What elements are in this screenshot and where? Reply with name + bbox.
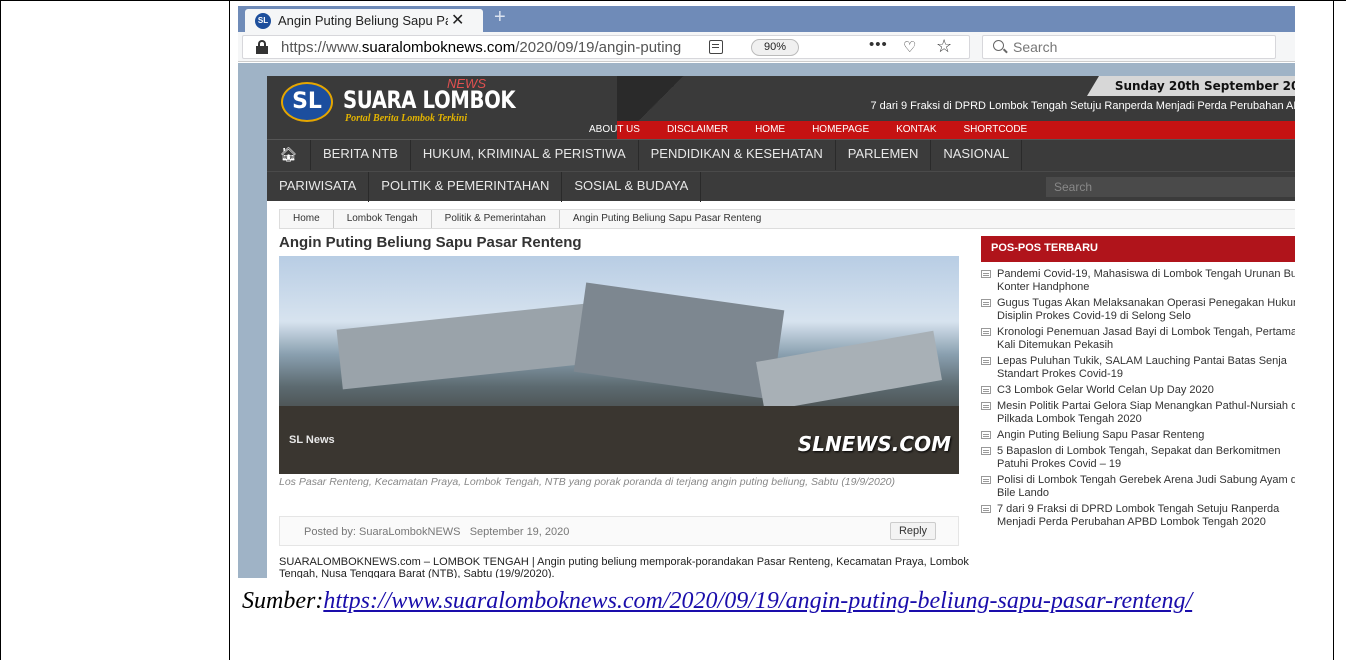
pocket-icon[interactable]: ♡ [903, 38, 916, 56]
breadcrumb-lombok-tengah[interactable]: Lombok Tengah [334, 210, 432, 228]
close-tab-icon[interactable]: ✕ [451, 10, 464, 30]
breadcrumb-current: Angin Puting Beliung Sapu Pasar Renteng [572, 213, 762, 224]
breadcrumb-home[interactable]: Home [280, 210, 334, 228]
post-meta-box: Posted by: SuaraLombokNEWS September 19,… [279, 516, 959, 546]
nav-politik[interactable]: POLITIK & PEMERINTAHAN [369, 172, 563, 202]
current-date: Sunday 20th September 2020 [1114, 79, 1295, 93]
post-author: Posted by: SuaraLombokNEWS [304, 526, 461, 538]
main-nav-row-1: 🏠︎ BERITA NTB HUKUM, KRIMINAL & PERISTIW… [267, 140, 1023, 170]
top-menu-home[interactable]: HOME [755, 124, 785, 135]
post-date: September 19, 2020 [469, 526, 570, 538]
top-menu-kontak[interactable]: KONTAK [896, 124, 936, 135]
breadcrumb-politik[interactable]: Politik & Pemerintahan [432, 210, 560, 228]
browser-search-input[interactable]: Search [982, 35, 1276, 59]
article-photo[interactable]: SL News SLNEWS.COM [279, 256, 959, 474]
search-placeholder: Search [1013, 39, 1058, 55]
home-icon[interactable]: 🏠︎ [267, 140, 311, 170]
list-item[interactable]: C3 Lombok Gelar World Celan Up Day 2020 [981, 384, 1295, 397]
document-icon [981, 505, 991, 513]
source-label: Sumber: [242, 588, 324, 614]
list-item[interactable]: 5 Bapaslon di Lombok Tengah, Sepakat dan… [981, 445, 1295, 471]
nav-sosial[interactable]: SOSIAL & BUDAYA [562, 172, 702, 202]
main-nav-row-2: PARIWISATA POLITIK & PEMERINTAHAN SOSIAL… [267, 171, 1295, 202]
nav-parlemen[interactable]: PARLEMEN [836, 140, 932, 170]
new-tab-icon[interactable]: + [494, 6, 506, 29]
news-ticker[interactable]: 7 dari 9 Fraksi di DPRD Lombok Tengah Se… [870, 100, 1295, 112]
site-header: SL NEWS SUARA LOMBOK Portal Berita Lombo… [267, 76, 1295, 139]
browser-tab[interactable]: SL Angin Puting Beliung Sapu Pas ✕ [245, 9, 483, 32]
site-search-input[interactable]: Search [1046, 177, 1295, 197]
table-border-right [1333, 0, 1334, 660]
article-excerpt: SUARALOMBOKNEWS.com – LOMBOK TENGAH | An… [279, 556, 969, 578]
photo-caption: Los Pasar Renteng, Kecamatan Praya, Lomb… [279, 476, 896, 488]
url-text[interactable]: https://www.suaralomboknews.com/2020/09/… [281, 39, 701, 56]
lock-icon [255, 40, 269, 54]
top-menu: ABOUT US DISCLAIMER HOME HOMEPAGE KONTAK… [589, 124, 1054, 135]
nav-toolbar: https://www.suaralomboknews.com/2020/09/… [238, 32, 1295, 62]
url-bar[interactable]: https://www.suaralomboknews.com/2020/09/… [242, 35, 970, 59]
site-tagline: Portal Berita Lombok Terkini [345, 113, 468, 124]
photo-watermark-left: SL News [289, 434, 335, 446]
breadcrumb: Home Lombok Tengah Politik & Pemerintaha… [279, 209, 1295, 229]
top-menu-shortcode[interactable]: SHORTCODE [964, 124, 1028, 135]
bookmark-star-icon[interactable]: ☆ [936, 36, 952, 57]
top-menu-disclaimer[interactable]: DISCLAIMER [667, 124, 728, 135]
date-box: Sunday 20th September 2020 [1087, 76, 1295, 96]
nav-pariwisata[interactable]: PARIWISATA [267, 172, 370, 202]
nav-pendidikan[interactable]: PENDIDIKAN & KESEHATAN [639, 140, 836, 170]
favicon-icon: SL [255, 13, 271, 29]
list-item[interactable]: Angin Puting Beliung Sapu Pasar Renteng [981, 429, 1295, 442]
source-link[interactable]: https://www.suaralomboknews.com/2020/09/… [323, 588, 1192, 614]
document-icon [981, 447, 991, 455]
site-logo-badge[interactable]: SL [281, 82, 333, 122]
table-border-top [0, 0, 1346, 1]
article-title: Angin Puting Beliung Sapu Pasar Renteng [279, 234, 582, 251]
top-menu-about[interactable]: ABOUT US [589, 124, 640, 135]
list-item[interactable]: Polisi di Lombok Tengah Gerebek Arena Ju… [981, 474, 1295, 500]
site-logo-name[interactable]: SUARA LOMBOK [343, 86, 516, 114]
search-icon [993, 40, 1004, 51]
document-icon [981, 328, 991, 336]
website: SL NEWS SUARA LOMBOK Portal Berita Lombo… [267, 76, 1295, 578]
list-item[interactable]: 7 dari 9 Fraksi di DPRD Lombok Tengah Se… [981, 503, 1295, 529]
document-icon [981, 357, 991, 365]
reader-view-icon[interactable] [709, 40, 723, 54]
page-viewport: SL NEWS SUARA LOMBOK Portal Berita Lombo… [238, 63, 1295, 578]
top-menu-homepage[interactable]: HOMEPAGE [812, 124, 869, 135]
list-item[interactable]: Pandemi Covid-19, Mahasiswa di Lombok Te… [981, 268, 1295, 294]
zoom-indicator[interactable]: 90% [751, 39, 799, 56]
browser-window: SL Angin Puting Beliung Sapu Pas ✕ + htt… [238, 6, 1295, 578]
sidebar-title: POS-POS TERBARU [981, 236, 1295, 262]
list-item[interactable]: Lepas Puluhan Tukik, SALAM Lauching Pant… [981, 355, 1295, 381]
document-icon [981, 270, 991, 278]
document-icon [981, 386, 991, 394]
list-item[interactable]: Kronologi Penemuan Jasad Bayi di Lombok … [981, 326, 1295, 352]
reply-button[interactable]: Reply [890, 522, 936, 540]
site-search-placeholder: Search [1054, 180, 1093, 194]
tab-bar: SL Angin Puting Beliung Sapu Pas ✕ + [238, 6, 1295, 32]
more-actions-icon[interactable]: ••• [869, 36, 888, 53]
document-icon [981, 402, 991, 410]
nav-berita-ntb[interactable]: BERITA NTB [311, 140, 411, 170]
document-icon [981, 299, 991, 307]
source-line: Sumber:https://www.suaralomboknews.com/2… [242, 583, 1322, 619]
list-item[interactable]: Gugus Tugas Akan Melaksanakan Operasi Pe… [981, 297, 1295, 323]
nav-nasional[interactable]: NASIONAL [931, 140, 1023, 170]
document-icon [981, 476, 991, 484]
table-border-left [0, 0, 1, 660]
tab-title: Angin Puting Beliung Sapu Pas [278, 13, 448, 28]
table-border-divider [229, 0, 230, 660]
nav-hukum[interactable]: HUKUM, KRIMINAL & PERISTIWA [411, 140, 639, 170]
document-icon [981, 431, 991, 439]
post-meta: Posted by: SuaraLombokNEWS September 19,… [304, 526, 569, 538]
recent-posts-list: Pandemi Covid-19, Mahasiswa di Lombok Te… [981, 268, 1295, 532]
photo-watermark-right: SLNEWS.COM [797, 432, 951, 456]
list-item[interactable]: Mesin Politik Partai Gelora Siap Menangk… [981, 400, 1295, 426]
main-nav: 🏠︎ BERITA NTB HUKUM, KRIMINAL & PERISTIW… [267, 139, 1295, 202]
